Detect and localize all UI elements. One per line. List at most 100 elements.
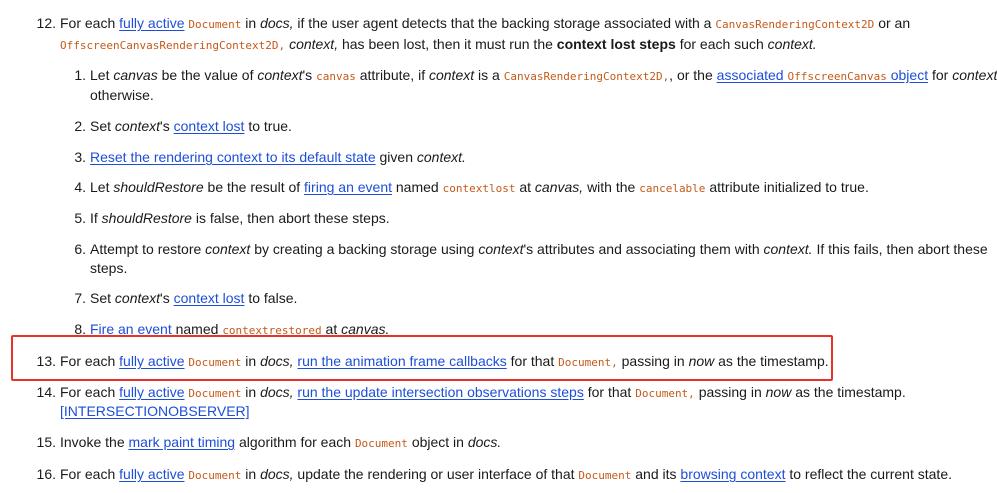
- step-text: [INTERSECTIONOBSERVER]: [60, 402, 250, 421]
- text: attribute, if: [359, 67, 426, 83]
- var-canvas: canvas: [113, 67, 158, 83]
- var-context: context.: [763, 241, 813, 257]
- step-text: otherwise.: [90, 87, 154, 103]
- text: for: [931, 67, 949, 83]
- step-text: Let shouldRestore be the result of firin…: [90, 178, 869, 198]
- step-number: 15.: [36, 434, 56, 450]
- text: For each: [60, 353, 116, 369]
- text: in: [245, 466, 257, 482]
- step-number: 6.: [74, 241, 86, 257]
- text: 's attributes and associating them with: [523, 241, 760, 257]
- step-text: Set context's context lost to true.: [90, 117, 292, 136]
- code-offscreen-context: OffscreenCanvasRenderingContext2D,: [60, 39, 286, 52]
- text: given: [379, 149, 413, 165]
- text: Attempt to restore: [90, 241, 202, 257]
- code-document: Document: [578, 469, 632, 482]
- var-context: context: [114, 290, 161, 306]
- step-number: 2.: [74, 118, 86, 134]
- text: , or the: [669, 67, 713, 83]
- var-context: context: [952, 67, 997, 83]
- fully-active-link[interactable]: fully active: [119, 15, 184, 31]
- code-document: Document,: [635, 387, 695, 400]
- code-document: Document: [188, 18, 242, 31]
- step-text: For each fully active Document in docs, …: [60, 465, 952, 485]
- text: named: [395, 179, 439, 195]
- var-context: context: [478, 241, 524, 257]
- step-text: Attempt to restore context by creating a…: [90, 240, 988, 259]
- var-docs: docs,: [260, 466, 294, 482]
- var-should-restore: shouldRestore: [101, 210, 192, 226]
- code-document: Document: [188, 469, 242, 482]
- run-animation-frame-callbacks-link[interactable]: run the animation frame callbacks: [297, 353, 506, 369]
- var-docs: docs.: [467, 434, 502, 450]
- fully-active-link[interactable]: fully active: [119, 384, 184, 400]
- text: or an: [878, 15, 911, 31]
- code-document: Document: [188, 387, 242, 400]
- text: be the value of: [161, 67, 254, 83]
- var-should-restore: shouldRestore: [113, 179, 204, 195]
- text: 's: [160, 290, 170, 306]
- text: For each: [60, 384, 116, 400]
- var-context: context: [257, 67, 303, 83]
- text: in: [245, 15, 257, 31]
- code-offscreen-canvas: OffscreenCanvas: [787, 70, 887, 83]
- code-document: Document,: [558, 356, 618, 369]
- mark-paint-timing-link[interactable]: mark paint timing: [129, 434, 236, 450]
- fully-active-link[interactable]: fully active: [119, 466, 184, 482]
- fully-active-link[interactable]: fully active: [119, 353, 184, 369]
- text: for each such: [679, 36, 764, 52]
- link-text: object: [890, 67, 929, 83]
- browsing-context-link[interactable]: browsing context: [680, 466, 785, 482]
- step-number: 1.: [74, 67, 86, 83]
- text: passing in: [621, 353, 685, 369]
- text: For each: [60, 15, 116, 31]
- text: at: [519, 179, 532, 195]
- firing-an-event-link[interactable]: firing an event: [304, 179, 392, 195]
- intersectionobserver-ref-link[interactable]: [INTERSECTIONOBSERVER]: [60, 403, 250, 419]
- text: For each: [60, 466, 116, 482]
- step-number: 5.: [74, 210, 86, 226]
- text: algorithm for each: [238, 434, 352, 450]
- var-canvas: canvas,: [534, 179, 584, 195]
- text: Invoke the: [60, 434, 125, 450]
- text: and its: [635, 466, 677, 482]
- update-intersection-observations-link[interactable]: run the update intersection observations…: [297, 384, 583, 400]
- text: by creating a backing storage using: [254, 241, 475, 257]
- var-context: context: [205, 241, 251, 257]
- var-now: now: [765, 384, 792, 400]
- code-document: Document: [188, 356, 242, 369]
- text: for that: [510, 353, 555, 369]
- step-text: If shouldRestore is false, then abort th…: [90, 209, 390, 228]
- text: If: [90, 210, 98, 226]
- step-text: steps.: [90, 260, 128, 276]
- context-lost-link[interactable]: context lost: [174, 290, 245, 306]
- code-cancelable: cancelable: [639, 182, 706, 195]
- spec-document: 12. For each fully active Document in do…: [0, 0, 997, 493]
- var-docs: docs,: [260, 353, 294, 369]
- associated-offscreencanvas-link[interactable]: associated OffscreenCanvas object: [717, 67, 928, 83]
- link-text: associated: [716, 67, 784, 83]
- text: object in: [411, 434, 464, 450]
- text: has been lost, then it must run the: [341, 36, 553, 52]
- code-canvas: canvas: [316, 70, 356, 83]
- step-text: Let canvas be the value of context's can…: [90, 66, 997, 86]
- step-number: 14.: [36, 384, 56, 400]
- step-text: For each fully active Document in docs, …: [60, 383, 906, 403]
- code-canvas-rendering-context: CanvasRenderingContext2D,: [503, 70, 670, 83]
- step-number: 3.: [74, 149, 86, 165]
- text: be the result of: [207, 179, 301, 195]
- text: to false.: [248, 290, 298, 306]
- text: 's: [160, 118, 170, 134]
- text: as the timestamp.: [718, 353, 829, 369]
- text: attribute initialized to true.: [709, 179, 869, 195]
- text: in: [245, 353, 257, 369]
- text: Let: [90, 179, 110, 195]
- var-context: context,: [289, 36, 339, 52]
- context-lost-link[interactable]: context lost: [174, 118, 245, 134]
- var-context: context: [114, 118, 161, 134]
- reset-rendering-context-link[interactable]: Reset the rendering context to its defau…: [90, 149, 376, 165]
- step-text: Set context's context lost to false.: [90, 289, 297, 308]
- step-number: 4.: [74, 179, 86, 195]
- text: Let: [90, 67, 110, 83]
- step-number: 13.: [36, 353, 56, 369]
